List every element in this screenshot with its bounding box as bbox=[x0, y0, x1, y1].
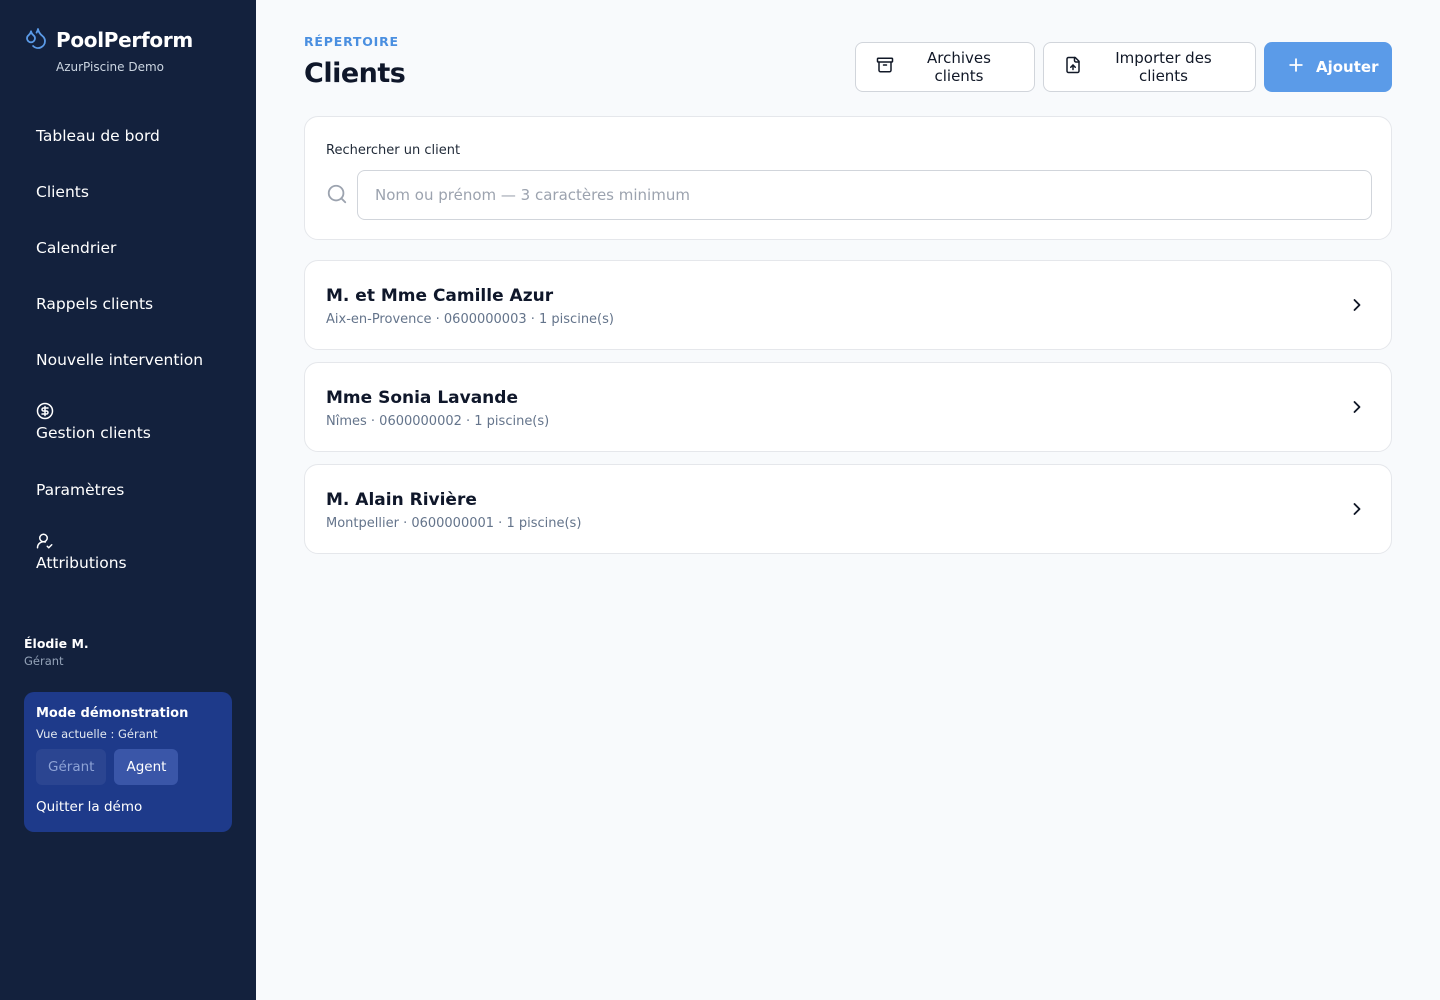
user-info: Élodie M. Gérant bbox=[24, 636, 89, 668]
client-name: Mme Sonia Lavande bbox=[326, 388, 518, 408]
chevron-right-icon bbox=[1347, 295, 1367, 319]
demo-mode-panel: Mode démonstration Vue actuelle : Gérant… bbox=[24, 692, 232, 832]
page-title: Clients bbox=[304, 58, 406, 89]
client-name: M. Alain Rivière bbox=[326, 490, 477, 510]
client-meta: Nîmes · 0600000002 · 1 piscine(s) bbox=[326, 414, 550, 429]
water-drops-icon bbox=[24, 26, 48, 54]
client-card[interactable]: M. et Mme Camille Azur Aix-en-Provence ·… bbox=[304, 260, 1392, 350]
client-meta: Aix-en-Provence · 0600000003 · 1 piscine… bbox=[326, 312, 614, 327]
demo-current-view: Vue actuelle : Gérant bbox=[36, 727, 158, 741]
page-eyebrow: RÉPERTOIRE bbox=[304, 34, 399, 49]
chevron-right-icon bbox=[1347, 499, 1367, 523]
file-upload-icon bbox=[1064, 56, 1082, 78]
sidebar-item-nouvelle-intervention[interactable]: Nouvelle intervention bbox=[0, 332, 256, 388]
sidebar-item-attributions[interactable]: Attributions bbox=[0, 518, 256, 592]
sidebar-nav: Tableau de bord Clients Calendrier Rappe… bbox=[0, 108, 256, 592]
client-name: M. et Mme Camille Azur bbox=[326, 286, 554, 306]
import-clients-button[interactable]: Importer des clients bbox=[1043, 42, 1256, 92]
sidebar-item-label: Attributions bbox=[36, 554, 127, 572]
client-card[interactable]: M. Alain Rivière Montpellier · 060000000… bbox=[304, 464, 1392, 554]
quit-demo-link[interactable]: Quitter la démo bbox=[36, 799, 220, 815]
demo-title: Mode démonstration bbox=[36, 706, 189, 721]
client-meta: Montpellier · 0600000001 · 1 piscine(s) bbox=[326, 516, 582, 531]
archive-icon bbox=[876, 56, 894, 78]
add-button-label: Ajouter bbox=[1316, 58, 1379, 76]
sidebar-item-clients[interactable]: Clients bbox=[0, 164, 256, 220]
add-client-button[interactable]: Ajouter bbox=[1264, 42, 1392, 92]
user-check-icon bbox=[36, 532, 220, 552]
search-input[interactable] bbox=[357, 170, 1372, 220]
sidebar-item-label: Gestion clients bbox=[36, 424, 151, 442]
client-list: M. et Mme Camille Azur Aix-en-Provence ·… bbox=[304, 260, 1392, 566]
role-manager-button[interactable]: Gérant bbox=[36, 749, 107, 785]
plus-icon bbox=[1286, 55, 1306, 79]
chevron-right-icon bbox=[1347, 397, 1367, 421]
sidebar-item-tableau-de-bord[interactable]: Tableau de bord bbox=[0, 108, 256, 164]
sidebar-item-rappels-clients[interactable]: Rappels clients bbox=[0, 276, 256, 332]
brand[interactable]: PoolPerform AzurPiscine Demo bbox=[24, 26, 193, 74]
archives-button-label: Archives clients bbox=[927, 49, 991, 85]
sidebar-item-calendrier[interactable]: Calendrier bbox=[0, 220, 256, 276]
search-label: Rechercher un client bbox=[326, 143, 461, 158]
archives-button[interactable]: Archives clients bbox=[855, 42, 1035, 92]
brand-subtitle: AzurPiscine Demo bbox=[56, 60, 164, 74]
sidebar: PoolPerform AzurPiscine Demo Tableau de … bbox=[0, 0, 256, 1000]
dollar-circle-icon bbox=[36, 402, 220, 422]
search-card: Rechercher un client bbox=[304, 116, 1392, 240]
import-button-label: Importer des clients bbox=[1115, 49, 1212, 85]
sidebar-item-parametres[interactable]: Paramètres bbox=[0, 462, 256, 518]
client-card[interactable]: Mme Sonia Lavande Nîmes · 0600000002 · 1… bbox=[304, 362, 1392, 452]
role-agent-button[interactable]: Agent bbox=[114, 749, 179, 785]
sidebar-item-gestion-clients[interactable]: Gestion clients bbox=[0, 388, 256, 462]
user-name: Élodie M. bbox=[24, 636, 89, 651]
search-icon bbox=[326, 183, 348, 209]
user-role: Gérant bbox=[24, 654, 64, 668]
header-actions: Archives clients Importer des clients Aj… bbox=[855, 42, 1392, 92]
brand-name: PoolPerform bbox=[56, 28, 193, 52]
demo-role-switch: Gérant Agent bbox=[36, 749, 220, 785]
